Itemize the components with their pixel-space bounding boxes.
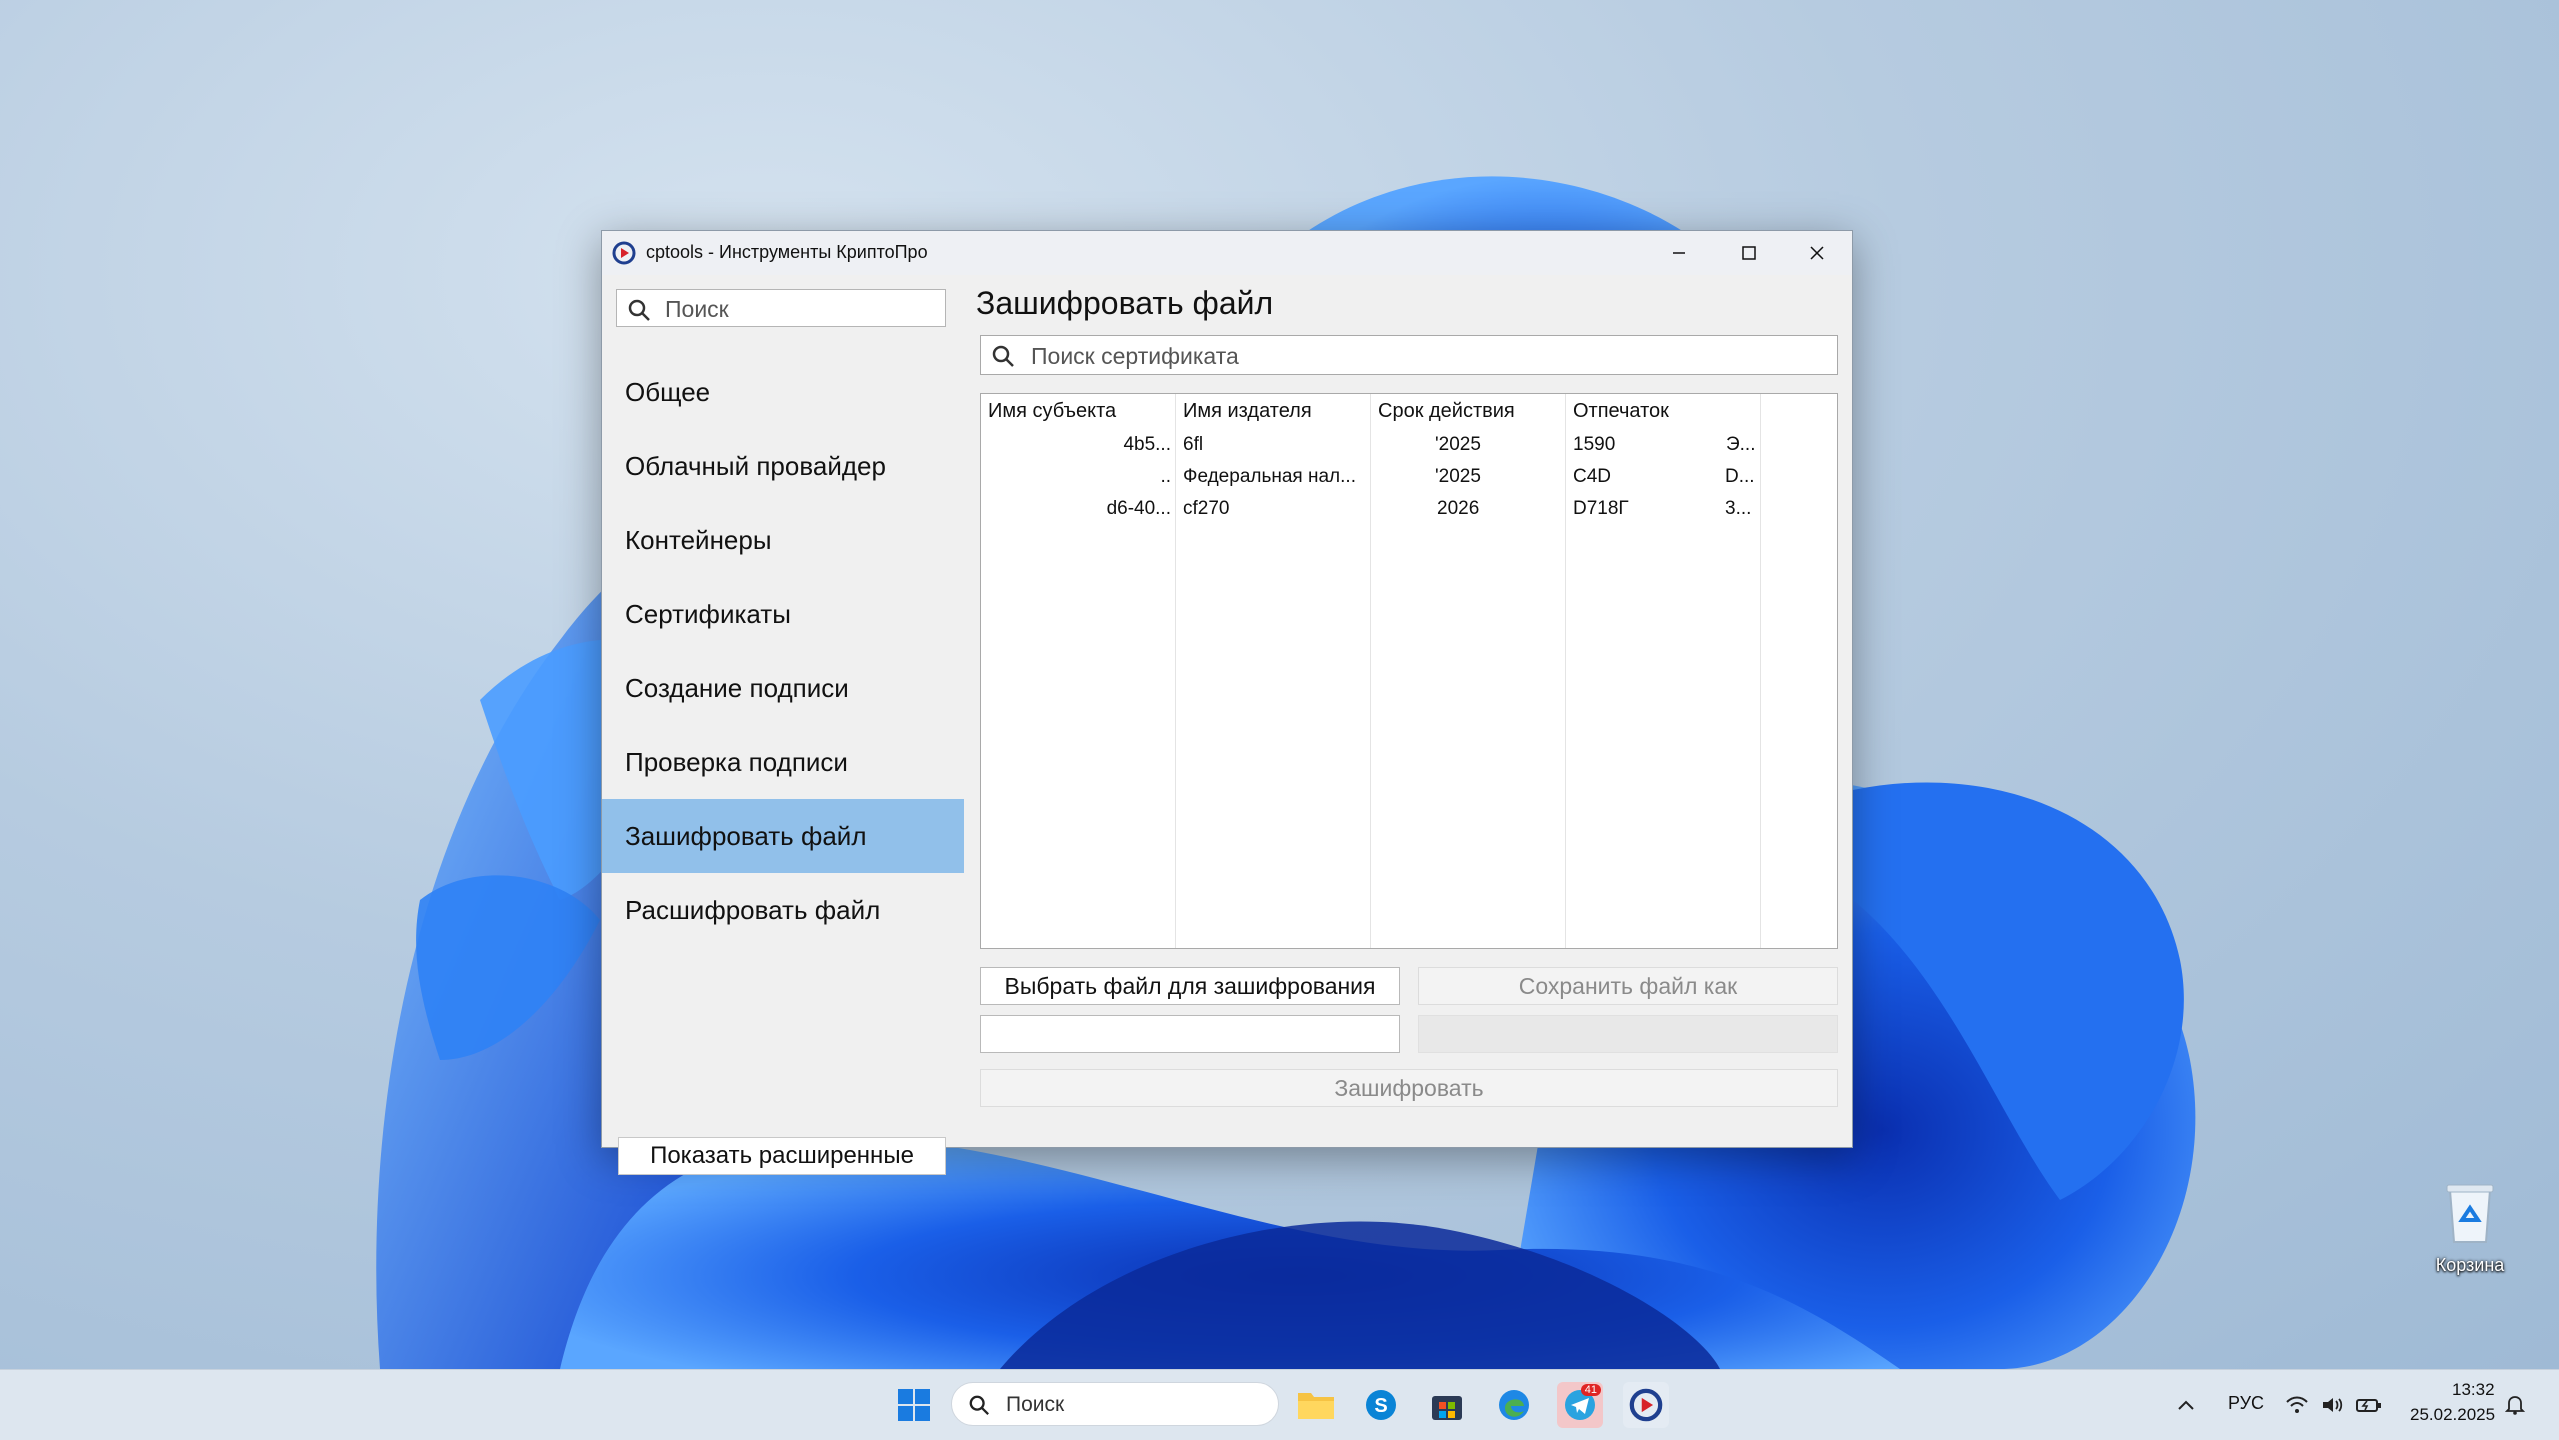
cryptopro-app-icon: [1629, 1388, 1663, 1422]
clock-date[interactable]: 25.02.2025: [2410, 1405, 2495, 1425]
show-advanced-button[interactable]: Показать расширенные: [618, 1137, 946, 1175]
close-icon: [1810, 246, 1824, 260]
search-icon: [992, 345, 1014, 367]
sidebar-search[interactable]: [616, 289, 946, 327]
clock-time[interactable]: 13:32: [2452, 1380, 2495, 1400]
sidebar-item-containers[interactable]: Контейнеры: [602, 503, 964, 577]
window-title: cptools - Инструменты КриптоПро: [646, 242, 928, 262]
sidebar-item-cloud-provider[interactable]: Облачный провайдер: [602, 429, 964, 503]
minimize-button[interactable]: [1644, 231, 1714, 275]
search-icon: [628, 299, 650, 321]
wifi-icon: [2286, 1396, 2308, 1413]
telegram-badge: 41: [1580, 1384, 1601, 1396]
skype-button[interactable]: S: [1358, 1382, 1404, 1428]
battery-status[interactable]: [2352, 1382, 2386, 1428]
recycle-bin[interactable]: Корзина: [2410, 1180, 2530, 1276]
edge-button[interactable]: [1491, 1382, 1537, 1428]
chevron-up-icon: [2178, 1400, 2194, 1410]
sidebar-item-certificates[interactable]: Сертификаты: [602, 577, 964, 651]
cell-issuer: Федеральная нал...: [1183, 466, 1356, 487]
cell-thumbprint: 1590: [1573, 434, 1616, 455]
show-hidden-icons-button[interactable]: [2162, 1382, 2210, 1428]
source-file-path-field[interactable]: [980, 1015, 1400, 1053]
cptools-taskbar-button[interactable]: [1623, 1382, 1669, 1428]
cell-subject: 4b5...: [1123, 434, 1171, 455]
header-issuer-name[interactable]: Имя издателя: [1183, 400, 1312, 423]
output-file-path-field[interactable]: [1418, 1015, 1838, 1053]
cell-validity: '2025: [1435, 434, 1481, 455]
cell-thumbprint: C4D: [1573, 466, 1612, 487]
sidebar-item-encrypt-file[interactable]: Зашифровать файл: [602, 799, 964, 873]
language-indicator[interactable]: РУС: [2228, 1393, 2264, 1414]
file-explorer-button[interactable]: [1293, 1382, 1339, 1428]
telegram-button[interactable]: 41: [1557, 1382, 1603, 1428]
main-panel: Зашифровать файл Имя субъекта Имя издате…: [964, 275, 1852, 1147]
save-as-button[interactable]: Сохранить файл как: [1418, 967, 1838, 1005]
sidebar: Общее Облачный провайдер Контейнеры Серт…: [602, 275, 964, 1175]
cell-extra: D...: [1725, 466, 1755, 487]
sidebar-item-general[interactable]: Общее: [602, 355, 964, 429]
bell-icon: [2505, 1396, 2525, 1415]
cell-issuer: 6fl: [1183, 434, 1204, 455]
cell-subject: d6-40...: [1106, 498, 1171, 519]
windows-logo-icon: [898, 1389, 930, 1421]
header-thumbprint[interactable]: Отпечаток: [1573, 400, 1669, 423]
column-separator: [1370, 394, 1371, 948]
certificate-search[interactable]: [980, 335, 1838, 375]
sidebar-search-input[interactable]: [663, 294, 937, 324]
header-subject-name[interactable]: Имя субъекта: [988, 400, 1116, 423]
maximize-button[interactable]: [1714, 231, 1784, 275]
cell-validity: '2025: [1435, 466, 1481, 487]
svg-text:S: S: [1374, 1395, 1387, 1417]
edge-icon: [1499, 1390, 1529, 1420]
page-title: Зашифровать файл: [976, 285, 1274, 321]
battery-charging-icon: [2356, 1399, 2381, 1412]
taskbar-search[interactable]: Поиск: [951, 1382, 1279, 1426]
wifi-status[interactable]: [2280, 1382, 2314, 1428]
maximize-icon: [1742, 246, 1756, 260]
recycle-bin-label: Корзина: [2435, 1255, 2505, 1275]
encrypt-button[interactable]: Зашифровать: [980, 1069, 1838, 1107]
store-icon: [1432, 1396, 1462, 1420]
start-button[interactable]: [891, 1382, 937, 1428]
minimize-icon: [1673, 252, 1685, 254]
cptools-window: cptools - Инструменты КриптоПро Общее Об…: [601, 230, 1853, 1175]
title-bar[interactable]: cptools - Инструменты КриптоПро: [602, 231, 1852, 275]
skype-icon: S: [1366, 1390, 1396, 1420]
search-icon: [969, 1395, 989, 1415]
close-button[interactable]: [1782, 231, 1852, 275]
notifications-button[interactable]: [2500, 1382, 2530, 1428]
cell-subject: ..: [1160, 466, 1171, 487]
cell-issuer: cf270: [1183, 498, 1230, 519]
cell-validity: 2026: [1437, 498, 1480, 519]
column-separator: [1175, 394, 1176, 948]
cell-extra: 3...: [1725, 498, 1752, 519]
taskbar-search-placeholder: Поиск: [1006, 1393, 1065, 1416]
volume-status[interactable]: [2316, 1382, 2350, 1428]
sidebar-item-decrypt-file[interactable]: Расшифровать файл: [602, 873, 964, 947]
cell-extra: Э...: [1726, 434, 1756, 455]
sidebar-item-verify-signature[interactable]: Проверка подписи: [602, 725, 964, 799]
folder-icon: [1298, 1393, 1334, 1419]
store-button[interactable]: [1424, 1382, 1470, 1428]
certificate-table: Имя субъекта Имя издателя Срок действия …: [980, 393, 1838, 949]
cryptopro-app-icon: [612, 241, 636, 265]
column-separator: [1565, 394, 1566, 948]
cell-thumbprint: D718Г: [1573, 498, 1629, 519]
certificate-search-input[interactable]: [1029, 341, 1813, 371]
header-validity[interactable]: Срок действия: [1378, 400, 1515, 423]
taskbar: Поиск S 41 РУС 13:32 25.02.2025: [0, 1369, 2559, 1440]
sidebar-item-create-signature[interactable]: Создание подписи: [602, 651, 964, 725]
speaker-icon: [2323, 1398, 2343, 1412]
choose-file-button[interactable]: Выбрать файл для зашифрования: [980, 967, 1400, 1005]
column-separator: [1760, 394, 1761, 948]
recycle-bin-icon: [2446, 1184, 2494, 1243]
